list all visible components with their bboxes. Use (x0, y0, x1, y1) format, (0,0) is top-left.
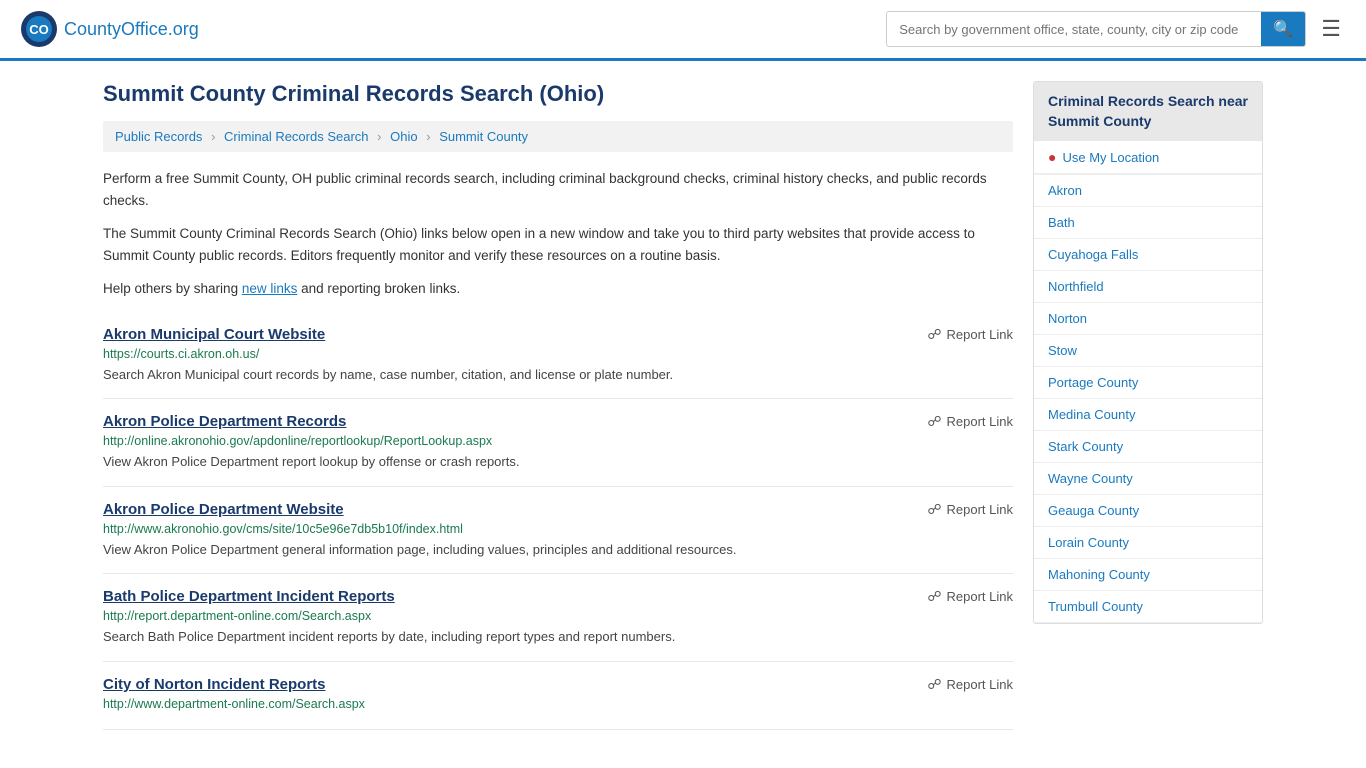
description-3: Help others by sharing new links and rep… (103, 278, 1013, 300)
result-desc: View Akron Police Department report look… (103, 452, 1013, 472)
page-title: Summit County Criminal Records Search (O… (103, 81, 1013, 107)
result-desc: Search Bath Police Department incident r… (103, 627, 1013, 647)
svg-text:CO: CO (29, 22, 49, 37)
sidebar-title: Criminal Records Search near Summit Coun… (1034, 82, 1262, 141)
logo[interactable]: CO CountyOffice.org (20, 10, 199, 48)
search-bar: 🔍 (886, 11, 1306, 47)
sidebar-item-lorain-county[interactable]: Lorain County (1034, 527, 1262, 559)
result-title[interactable]: Akron Police Department Records (103, 413, 346, 430)
logo-icon: CO (20, 10, 58, 48)
report-icon: ☍ (927, 413, 941, 430)
result-url[interactable]: https://courts.ci.akron.oh.us/ (103, 347, 1013, 361)
result-title[interactable]: Bath Police Department Incident Reports (103, 588, 395, 605)
sidebar-use-location[interactable]: ● Use My Location (1034, 141, 1262, 175)
hamburger-menu-icon[interactable]: ☰ (1316, 11, 1346, 47)
result-title[interactable]: Akron Police Department Website (103, 501, 344, 518)
sidebar-item-bath[interactable]: Bath (1034, 207, 1262, 239)
report-link-1[interactable]: ☍ Report Link (927, 413, 1013, 430)
results-list: Akron Municipal Court Website ☍ Report L… (103, 312, 1013, 730)
result-url[interactable]: http://www.akronohio.gov/cms/site/10c5e9… (103, 522, 1013, 536)
sidebar-item-cuyahoga-falls[interactable]: Cuyahoga Falls (1034, 239, 1262, 271)
description-1: Perform a free Summit County, OH public … (103, 168, 1013, 211)
new-links-link[interactable]: new links (242, 281, 298, 296)
result-item: Akron Police Department Records ☍ Report… (103, 399, 1013, 487)
logo-text: CountyOffice.org (64, 19, 199, 40)
result-url[interactable]: http://report.department-online.com/Sear… (103, 609, 1013, 623)
sidebar-item-northfield[interactable]: Northfield (1034, 271, 1262, 303)
result-item: Akron Municipal Court Website ☍ Report L… (103, 312, 1013, 400)
sidebar-item-stark-county[interactable]: Stark County (1034, 431, 1262, 463)
sidebar-item-trumbull-county[interactable]: Trumbull County (1034, 591, 1262, 623)
sidebar-item-akron[interactable]: Akron (1034, 175, 1262, 207)
result-url[interactable]: http://www.department-online.com/Search.… (103, 697, 1013, 711)
breadcrumb: Public Records › Criminal Records Search… (103, 121, 1013, 152)
sidebar: Criminal Records Search near Summit Coun… (1033, 81, 1263, 730)
sidebar-item-medina-county[interactable]: Medina County (1034, 399, 1262, 431)
main-content: Summit County Criminal Records Search (O… (103, 81, 1013, 730)
breadcrumb-criminal-records-search[interactable]: Criminal Records Search (224, 129, 369, 144)
result-item: Akron Police Department Website ☍ Report… (103, 487, 1013, 575)
result-desc: View Akron Police Department general inf… (103, 540, 1013, 560)
breadcrumb-summit-county[interactable]: Summit County (439, 129, 528, 144)
sidebar-item-mahoning-county[interactable]: Mahoning County (1034, 559, 1262, 591)
report-link-0[interactable]: ☍ Report Link (927, 326, 1013, 343)
sidebar-item-portage-county[interactable]: Portage County (1034, 367, 1262, 399)
sidebar-item-stow[interactable]: Stow (1034, 335, 1262, 367)
result-item: City of Norton Incident Reports ☍ Report… (103, 662, 1013, 730)
report-icon: ☍ (927, 501, 941, 518)
sidebar-item-norton[interactable]: Norton (1034, 303, 1262, 335)
result-title[interactable]: Akron Municipal Court Website (103, 326, 325, 343)
sidebar-item-geauga-county[interactable]: Geauga County (1034, 495, 1262, 527)
sidebar-item-wayne-county[interactable]: Wayne County (1034, 463, 1262, 495)
use-location-label: Use My Location (1062, 150, 1159, 165)
location-dot-icon: ● (1048, 149, 1056, 165)
report-link-2[interactable]: ☍ Report Link (927, 501, 1013, 518)
report-link-4[interactable]: ☍ Report Link (927, 676, 1013, 693)
report-icon: ☍ (927, 588, 941, 605)
search-input[interactable] (887, 15, 1261, 44)
result-item: Bath Police Department Incident Reports … (103, 574, 1013, 662)
description-2: The Summit County Criminal Records Searc… (103, 223, 1013, 266)
result-url[interactable]: http://online.akronohio.gov/apdonline/re… (103, 434, 1013, 448)
breadcrumb-public-records[interactable]: Public Records (115, 129, 202, 144)
result-title[interactable]: City of Norton Incident Reports (103, 676, 326, 693)
report-icon: ☍ (927, 676, 941, 693)
search-button[interactable]: 🔍 (1261, 12, 1305, 46)
sidebar-list: ● Use My Location Akron Bath Cuyahoga Fa… (1034, 141, 1262, 623)
report-icon: ☍ (927, 326, 941, 343)
breadcrumb-ohio[interactable]: Ohio (390, 129, 417, 144)
report-link-3[interactable]: ☍ Report Link (927, 588, 1013, 605)
result-desc: Search Akron Municipal court records by … (103, 365, 1013, 385)
